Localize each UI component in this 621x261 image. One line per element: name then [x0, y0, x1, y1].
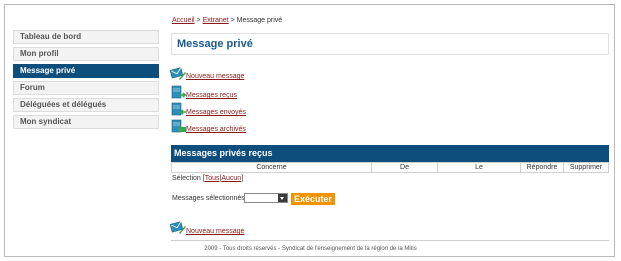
bulk-action-select[interactable]	[244, 193, 288, 203]
bottom-new-message-link[interactable]: Nouveau message	[186, 228, 244, 235]
breadcrumb: Accueil > Extranet > Message privé	[172, 17, 282, 24]
sent-icon[interactable]	[170, 102, 187, 117]
received-messages-link[interactable]: Messages reçus	[186, 92, 237, 99]
new-message-icon[interactable]	[170, 220, 187, 235]
breadcrumb-extranet-link[interactable]: Extranet	[203, 17, 229, 24]
sidebar-item-tableau-de-bord[interactable]: Tableau de bord	[13, 30, 159, 44]
new-message-row: Nouveau message	[170, 66, 270, 82]
archive-icon[interactable]	[170, 119, 187, 134]
sidebar-item-forum[interactable]: Forum	[13, 81, 159, 95]
footer-divider	[171, 240, 609, 241]
execute-button[interactable]: Exécuter	[291, 193, 336, 205]
breadcrumb-current: Message privé	[236, 17, 283, 24]
selection-controls: Sélection [Tous|Aucun]	[172, 175, 243, 182]
sidebar-item-message-prive[interactable]: Message privé	[13, 64, 159, 78]
inbox-icon[interactable]	[170, 85, 187, 100]
sidebar-nav: Tableau de bord Mon profil Message privé…	[13, 30, 159, 132]
selection-bracket: ]	[241, 175, 244, 182]
sent-row: Messages envoyés	[170, 102, 270, 118]
select-none-link[interactable]: Aucun	[221, 175, 241, 182]
selection-label: Sélection	[172, 175, 203, 182]
breadcrumb-separator: >	[194, 17, 203, 24]
select-all-link[interactable]: Tous	[205, 175, 220, 182]
page-title-box: Message privé	[171, 33, 609, 55]
column-header-de: De	[372, 163, 438, 172]
sidebar-item-mon-syndicat[interactable]: Mon syndicat	[13, 115, 159, 129]
chevron-down-icon[interactable]	[278, 194, 287, 202]
column-header-supprimer: Supprimer	[569, 164, 603, 171]
breadcrumb-home-link[interactable]: Accueil	[172, 17, 195, 24]
archived-messages-link[interactable]: Messages archivés	[186, 126, 246, 133]
bulk-action-label: Messages sélectionnés	[172, 195, 245, 202]
messages-table-header: Concerne De Le Répondre Supprimer	[171, 162, 609, 173]
new-message-icon[interactable]	[170, 66, 187, 81]
column-header-concerne: Concerne	[172, 163, 372, 172]
page-title: Message privé	[177, 38, 253, 50]
bottom-new-message-row: Nouveau message	[170, 220, 270, 236]
sidebar-item-mon-profil[interactable]: Mon profil	[13, 47, 159, 61]
column-header-repondre: Répondre	[521, 163, 564, 172]
footer-copyright: 2009 - Tous droits réservés - Syndicat d…	[204, 246, 417, 252]
breadcrumb-separator: >	[228, 17, 237, 24]
sent-messages-link[interactable]: Messages envoyés	[186, 109, 246, 116]
archived-row: Messages archivés	[170, 119, 270, 135]
received-messages-header: Messages privés reçus	[171, 145, 609, 162]
sidebar-item-delegues[interactable]: Déléguées et délégués	[13, 98, 159, 112]
column-header-le: Le	[438, 163, 521, 172]
new-message-link[interactable]: Nouveau message	[186, 73, 244, 80]
received-row: Messages reçus	[170, 85, 270, 101]
